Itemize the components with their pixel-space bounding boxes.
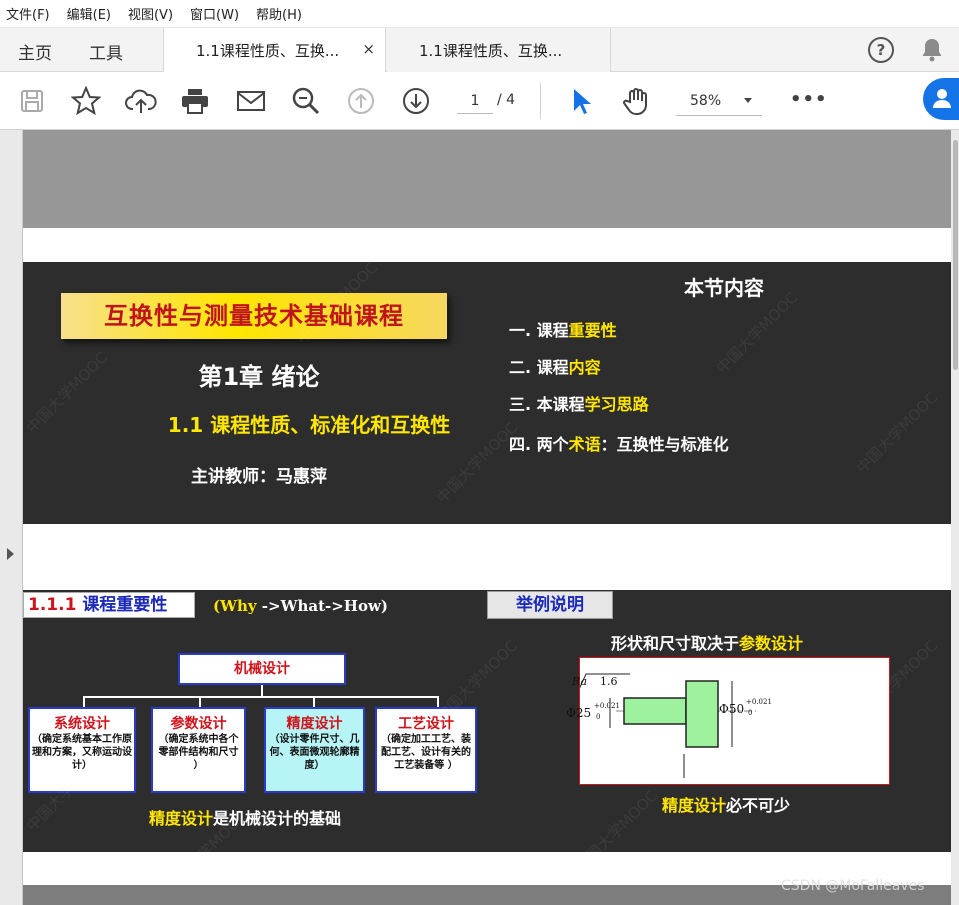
- more-options-icon[interactable]: •••: [790, 89, 828, 110]
- tab-close-icon[interactable]: ×: [362, 40, 375, 58]
- toc-title: 本节内容: [684, 276, 764, 300]
- menu-file[interactable]: 文件(F): [6, 4, 50, 23]
- menu-help[interactable]: 帮助(H): [256, 4, 302, 23]
- page-down-icon[interactable]: [400, 85, 432, 117]
- teacher-name: 主讲教师：马惠萍: [191, 467, 327, 487]
- large-diameter-dimension: Φ50: [719, 702, 745, 716]
- slide-cover: 互换性与测量技术基础课程 第1章 绪论 1.1 课程性质、标准化和互换性 主讲教…: [23, 262, 951, 524]
- section-heading: 1.1.1 课程重要性: [23, 592, 195, 618]
- menu-view[interactable]: 视图(V): [128, 4, 173, 23]
- precision-essential-caption: 精度设计必不可少: [662, 796, 791, 815]
- menu-edit[interactable]: 编辑(E): [67, 4, 111, 23]
- process-design-box: 工艺设计 （确定加工工艺、装配工艺、设计有关的工艺装备等 ）: [375, 707, 477, 793]
- pdf-page: 互换性与测量技术基础课程 第1章 绪论 1.1 课程性质、标准化和互换性 主讲教…: [23, 130, 951, 905]
- scrollbar-thumb[interactable]: [953, 140, 958, 370]
- page-total: / 4: [497, 92, 516, 108]
- toolbar-divider: [540, 83, 541, 119]
- roughness-value: 1.6: [600, 675, 618, 688]
- left-panel-toggle[interactable]: [0, 130, 23, 905]
- cloud-upload-icon[interactable]: [125, 85, 157, 117]
- menu-bar: 文件(F) 编辑(E) 视图(V) 窗口(W) 帮助(H): [0, 0, 959, 28]
- tab-label: 1.1课程性质、互换...: [419, 41, 563, 60]
- share-button[interactable]: [923, 78, 959, 120]
- parameter-design-box: 参数设计 （确定系统中各个零部件结构和尺寸 ）: [151, 707, 246, 793]
- help-icon[interactable]: ?: [868, 37, 894, 63]
- add-user-icon: [933, 89, 951, 108]
- tree-connector: [83, 696, 439, 698]
- nav-home[interactable]: 主页: [18, 39, 52, 64]
- zoom-dropdown-icon[interactable]: [744, 98, 752, 103]
- tab-document-1[interactable]: 1.1课程性质、互换... ×: [163, 28, 386, 72]
- large-diameter-tolerance-upper: +0.021: [746, 698, 772, 706]
- tab-document-2[interactable]: 1.1课程性质、互换...: [387, 28, 611, 72]
- csdn-credit: CSDN @MoFalleaves: [781, 878, 925, 894]
- watermark: 中国大学MOOC: [572, 786, 662, 852]
- mechanical-design-box: 机械设计: [178, 653, 346, 685]
- why-what-how: (Why ->What->How): [213, 597, 388, 615]
- tab-bar: 主页 工具 1.1课程性质、互换... × 1.1课程性质、互换... ?: [0, 28, 959, 72]
- hand-tool-icon[interactable]: [620, 85, 652, 117]
- save-icon[interactable]: [16, 85, 48, 117]
- system-design-box: 系统设计 （确定系统基本工作原理和方案，又称运动设计）: [28, 707, 136, 793]
- tab-label: 1.1课程性质、互换...: [196, 41, 340, 60]
- small-diameter-dimension: Φ25: [566, 706, 592, 720]
- chapter-title: 第1章 绪论: [198, 363, 320, 391]
- toolbar: 1 / 4 58% •••: [0, 72, 959, 130]
- nav-tools[interactable]: 工具: [89, 39, 123, 64]
- large-diameter-tolerance-lower: 0: [748, 709, 753, 717]
- expand-arrow-icon[interactable]: [7, 548, 14, 560]
- page-up-icon[interactable]: [345, 85, 377, 117]
- small-diameter-tolerance-lower: 0: [596, 713, 601, 721]
- precision-basis-caption: 精度设计是机械设计的基础: [149, 809, 342, 828]
- select-cursor-icon[interactable]: [565, 85, 597, 117]
- document-viewport[interactable]: 互换性与测量技术基础课程 第1章 绪论 1.1 课程性质、标准化和互换性 主讲教…: [0, 130, 959, 905]
- watermark: 中国大学MOOC: [852, 388, 942, 478]
- zoom-search-icon[interactable]: [290, 85, 322, 117]
- bell-icon[interactable]: [920, 37, 944, 63]
- zoom-level-input[interactable]: 58%: [676, 90, 762, 116]
- example-label: 举例说明: [487, 591, 613, 619]
- toc-item: 一. 课程重要性: [509, 321, 617, 340]
- print-icon[interactable]: [179, 85, 211, 117]
- page-number-input[interactable]: 1: [457, 90, 493, 114]
- roughness-symbol: Ra: [572, 675, 588, 688]
- shape-size-caption: 形状和尺寸取决于参数设计: [611, 634, 804, 653]
- toc-item: 二. 课程内容: [509, 358, 601, 377]
- email-icon[interactable]: [235, 85, 267, 117]
- small-diameter-tolerance-upper: +0.021: [594, 702, 620, 710]
- toc-item: 四. 两个术语：互换性与标准化: [509, 435, 729, 454]
- previous-page-gap: [23, 130, 951, 228]
- menu-window[interactable]: 窗口(W): [190, 4, 239, 23]
- toc-item: 三. 本课程学习思路: [509, 395, 649, 414]
- precision-design-box: 精度设计 （设计零件尺寸、几何、表面微观轮廓精度）: [264, 707, 365, 793]
- course-title: 互换性与测量技术基础课程: [61, 293, 447, 339]
- shaft-drawing: Ra 1.6 Φ25 +0.021 0 Φ50 +0.021 0: [566, 657, 890, 785]
- slide-importance: 1.1.1 课程重要性 (Why ->What->How) 举例说明 机械设计 …: [23, 590, 951, 852]
- bookmark-star-icon[interactable]: [70, 85, 102, 117]
